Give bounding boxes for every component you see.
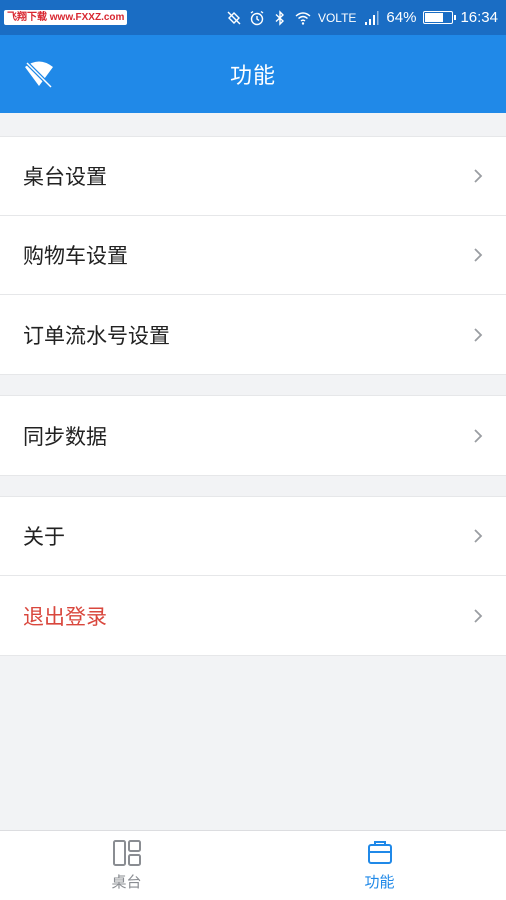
- menu-item-label: 订单流水号设置: [23, 323, 170, 348]
- watermark-label: 飞翔下载 www.FXXZ.com: [4, 10, 128, 25]
- tab-tables[interactable]: 桌台: [0, 831, 253, 900]
- page-title: 功能: [229, 64, 276, 89]
- app-header: 功能: [0, 35, 506, 113]
- status-bar: 飞翔下载 www.FXXZ.com VOLTE 64% 16:34: [0, 0, 506, 35]
- clock: 16:34: [460, 9, 498, 26]
- menu-item-cart-settings[interactable]: 购物车设置: [0, 216, 506, 295]
- settings-group-1: 桌台设置 购物车设置 订单流水号设置: [0, 136, 506, 375]
- tab-functions[interactable]: 功能: [253, 831, 506, 900]
- chevron-right-icon: [474, 248, 483, 262]
- chevron-right-icon: [474, 169, 483, 183]
- menu-item-sync-data[interactable]: 同步数据: [0, 396, 506, 475]
- status-indicators: VOLTE 64% 16:34: [226, 9, 498, 26]
- wifi-off-icon[interactable]: [22, 57, 56, 91]
- table-layout-icon: [112, 840, 141, 866]
- chevron-right-icon: [474, 529, 483, 543]
- tab-label: 桌台: [111, 873, 142, 891]
- battery-icon: [423, 11, 457, 24]
- rotate-lock-icon: [227, 11, 241, 24]
- alarm-icon: [250, 10, 264, 25]
- tab-label: 功能: [364, 873, 395, 891]
- menu-item-logout[interactable]: 退出登录: [0, 576, 506, 655]
- menu-item-table-settings[interactable]: 桌台设置: [0, 137, 506, 216]
- bottom-tab-bar: 桌台 功能: [0, 830, 506, 900]
- menu-item-label: 桌台设置: [23, 165, 107, 189]
- logout-label: 退出登录: [23, 604, 107, 629]
- chevron-right-icon: [474, 327, 483, 342]
- settings-group-2: 同步数据: [0, 395, 506, 476]
- menu-item-label: 同步数据: [23, 424, 107, 449]
- wifi-icon: [295, 11, 311, 25]
- chevron-right-icon: [474, 608, 483, 623]
- bluetooth-icon: [275, 9, 284, 26]
- menu-item-about[interactable]: 关于: [0, 497, 506, 576]
- chevron-right-icon: [474, 428, 483, 443]
- signal-icon: [365, 10, 379, 25]
- settings-group-3: 关于 退出登录: [0, 496, 506, 656]
- menu-item-label: 关于: [23, 525, 65, 549]
- menu-item-order-serial-settings[interactable]: 订单流水号设置: [0, 295, 506, 374]
- battery-percent: 64%: [386, 9, 417, 26]
- function-icon: [367, 841, 392, 864]
- menu-item-label: 购物车设置: [23, 244, 128, 268]
- network-label: VOLTE: [317, 10, 357, 25]
